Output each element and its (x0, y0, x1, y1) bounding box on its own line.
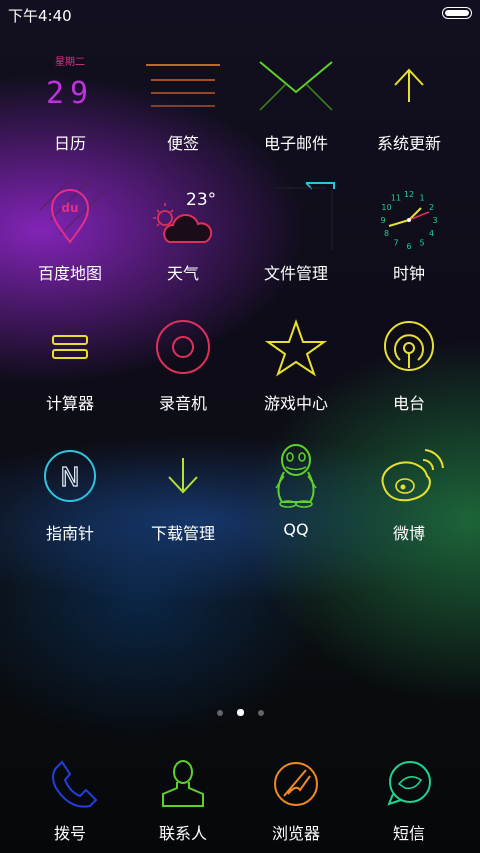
app-label: 联系人 (158, 824, 207, 843)
app-game-center[interactable]: 游戏中心 (241, 310, 351, 414)
clock-number: 6 (406, 242, 411, 251)
app-label: 计算器 (45, 394, 94, 413)
battery-fill (445, 10, 469, 16)
calculator-equals-icon (52, 335, 88, 359)
app-label: 天气 (166, 264, 199, 283)
clock-icon: 1110 9 87 6 54 3 21 12 (380, 190, 437, 251)
page-dot[interactable] (257, 709, 264, 716)
app-label: 拨号 (53, 824, 86, 843)
app-calendar[interactable]: 星期二 29 日历 (15, 50, 125, 154)
weibo-icon (381, 449, 444, 502)
envelope-icon (259, 61, 333, 111)
weather-temperature: 23° (186, 190, 216, 210)
svg-text:N: N (60, 463, 79, 493)
app-weibo[interactable]: 微博 (354, 440, 464, 544)
app-label: 电子邮件 (263, 134, 328, 153)
clock-number: 2 (429, 203, 434, 212)
contact-person-icon (162, 760, 204, 807)
browser-icon (274, 762, 318, 806)
calendar-icon: 星期二 29 (46, 56, 94, 111)
svg-text:du: du (61, 201, 78, 215)
clock-number: 11 (391, 194, 401, 203)
radio-icon (384, 321, 434, 371)
dock: 拨号 联系人 浏览器 短信 (0, 740, 480, 853)
page-dot-active[interactable] (236, 709, 244, 716)
app-radio[interactable]: 电台 (354, 310, 464, 414)
app-clock[interactable]: 11 10 9 8 7 6 5 4 3 2 1 12 时钟 (354, 180, 464, 284)
app-label: QQ (283, 520, 309, 539)
dock-contacts[interactable]: 联系人 (128, 750, 238, 844)
app-label: 短信 (392, 824, 425, 843)
folder-icon (276, 182, 335, 250)
app-label: 指南针 (45, 524, 94, 543)
dock-phone[interactable]: 拨号 (15, 750, 125, 844)
app-label: 录音机 (158, 394, 207, 413)
app-label: 电台 (392, 394, 425, 413)
app-label: 系统更新 (376, 134, 441, 153)
app-recorder[interactable]: 录音机 (128, 310, 238, 414)
clock-number: 3 (432, 216, 437, 225)
phone-icon (52, 760, 98, 808)
status-time: 下午4:40 (8, 7, 72, 25)
app-label: 百度地图 (37, 264, 102, 283)
status-bar: 下午4:40 (0, 0, 480, 28)
app-qq[interactable]: QQ (241, 440, 351, 539)
notes-icon (146, 64, 220, 107)
clock-number: 9 (380, 216, 385, 225)
clock-number: 4 (429, 229, 434, 238)
clock-number: 7 (393, 239, 398, 248)
app-download-manager[interactable]: 下载管理 (128, 440, 238, 544)
arrow-up-icon (394, 68, 424, 102)
app-email[interactable]: 电子邮件 (241, 50, 351, 154)
app-compass[interactable]: N 指南针 (15, 440, 125, 544)
app-weather[interactable]: 23° 天气 (128, 180, 238, 284)
app-system-update[interactable]: 系统更新 (354, 50, 464, 154)
weather-cloud-sun-icon: 23° (153, 190, 216, 243)
app-notes[interactable]: 便签 (128, 50, 238, 154)
star-icon (264, 318, 328, 377)
clock-number: 5 (419, 239, 424, 248)
app-label: 便签 (166, 134, 199, 153)
app-label: 微博 (392, 524, 425, 543)
arrow-down-icon (168, 458, 198, 494)
app-label: 时钟 (392, 264, 425, 283)
app-calculator[interactable]: 计算器 (15, 310, 125, 414)
app-label: 文件管理 (263, 264, 328, 283)
app-file-manager[interactable]: 文件管理 (241, 180, 351, 284)
battery-icon (442, 7, 472, 19)
page-indicator[interactable] (0, 702, 480, 721)
dock-messages[interactable]: 短信 (354, 750, 464, 844)
calendar-weekday: 星期二 (55, 56, 85, 68)
app-label: 日历 (53, 134, 86, 153)
penguin-icon (275, 444, 317, 508)
dock-browser[interactable]: 浏览器 (241, 750, 351, 844)
app-label: 下载管理 (150, 524, 215, 543)
clock-number: 10 (381, 203, 391, 212)
clock-number: 12 (404, 190, 414, 199)
map-pin-icon: du (39, 180, 106, 244)
compass-icon: N (44, 450, 96, 502)
app-baidu-map[interactable]: du 百度地图 (15, 180, 125, 284)
app-label: 游戏中心 (263, 394, 328, 413)
calendar-day: 29 (46, 76, 94, 111)
message-bubble-icon (387, 761, 431, 806)
record-icon (156, 320, 210, 374)
page-dot[interactable] (216, 709, 223, 716)
clock-number: 8 (384, 229, 389, 238)
clock-number: 1 (419, 194, 424, 203)
app-label: 浏览器 (271, 824, 320, 843)
